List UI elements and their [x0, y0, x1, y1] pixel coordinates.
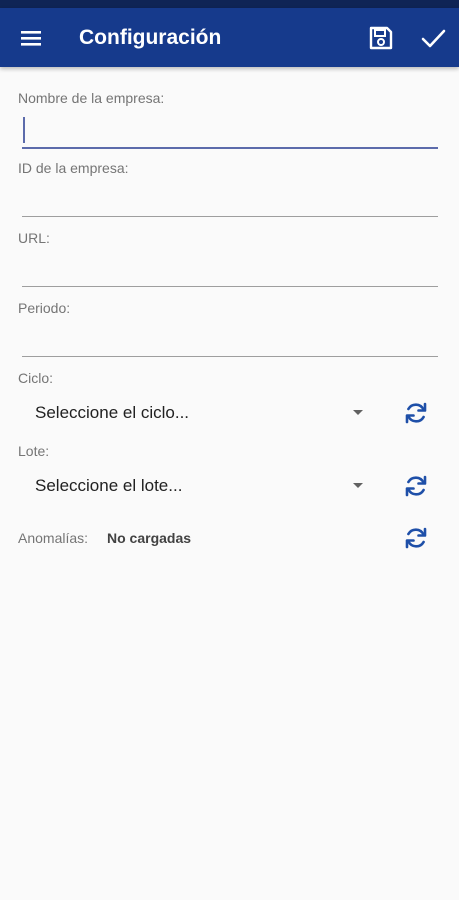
caret-down-icon: [353, 410, 363, 415]
batch-select-value: Seleccione el lote...: [35, 476, 183, 495]
refresh-batch-icon[interactable]: [402, 472, 430, 500]
anomalies-label: Anomalías:: [18, 530, 89, 546]
confirm-check-icon[interactable]: [419, 24, 447, 52]
cycle-select[interactable]: Seleccione el ciclo...: [22, 395, 372, 431]
period-label: Periodo:: [18, 300, 71, 316]
refresh-cycle-icon[interactable]: [402, 399, 430, 427]
period-input[interactable]: [22, 320, 438, 357]
app-bar: Configuración: [0, 8, 459, 67]
company-name-input[interactable]: [22, 111, 438, 149]
anomalies-status: No cargadas: [107, 530, 192, 546]
company-name-label: Nombre de la empresa:: [18, 90, 165, 106]
page-title: Configuración: [79, 26, 222, 49]
cycle-select-value: Seleccione el ciclo...: [35, 403, 190, 422]
status-bar: [0, 0, 459, 8]
url-label: URL:: [18, 230, 50, 246]
caret-down-icon: [353, 483, 363, 488]
cycle-label: Ciclo:: [18, 370, 54, 386]
menu-icon[interactable]: [17, 24, 45, 52]
company-id-input[interactable]: [22, 180, 438, 217]
url-input[interactable]: [22, 250, 438, 287]
save-icon[interactable]: [367, 24, 395, 52]
refresh-anomalies-icon[interactable]: [402, 524, 430, 552]
batch-select[interactable]: Seleccione el lote...: [22, 468, 372, 504]
batch-label: Lote:: [18, 443, 50, 459]
text-cursor: [23, 117, 25, 143]
company-id-label: ID de la empresa:: [18, 160, 129, 176]
